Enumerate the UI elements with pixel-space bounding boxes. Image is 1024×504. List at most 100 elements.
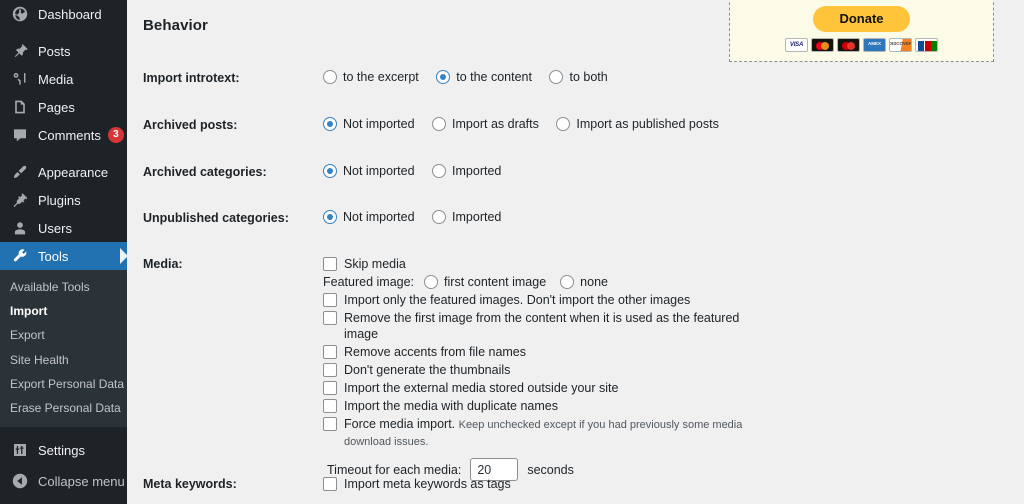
sidebar-subitem-available-tools[interactable]: Available Tools bbox=[0, 275, 127, 299]
sidebar-item-plugins[interactable]: Plugins bbox=[0, 186, 127, 214]
settings-icon bbox=[10, 440, 30, 460]
checkbox-label: Force media import. bbox=[344, 417, 456, 431]
label-media: Media: bbox=[143, 257, 183, 271]
radio-icon[interactable] bbox=[432, 164, 447, 178]
radio-option-first-content-image[interactable]: first content image bbox=[424, 274, 546, 290]
timeout-label: Timeout for each media: bbox=[327, 462, 462, 477]
checkbox-import-external-media[interactable]: Import the external media stored outside… bbox=[323, 380, 743, 396]
checkbox-icon[interactable] bbox=[323, 417, 337, 431]
radio-label: Imported bbox=[452, 164, 502, 178]
radio-option-not-imported[interactable]: Not imported bbox=[323, 117, 415, 131]
pages-icon bbox=[10, 97, 30, 117]
radio-icon[interactable] bbox=[432, 210, 447, 224]
collapse-menu-button[interactable]: Collapse menu bbox=[0, 467, 127, 495]
field-unpublished-categories: Not imported Imported bbox=[323, 210, 515, 227]
label-import-introtext: Import introtext: bbox=[143, 71, 240, 85]
accepted-cards: VISA AMEX DISCOVER bbox=[785, 37, 938, 52]
radio-icon-selected[interactable] bbox=[323, 117, 337, 131]
sidebar-item-label: Posts bbox=[38, 43, 71, 59]
radio-option-to-the-excerpt[interactable]: to the excerpt bbox=[323, 70, 419, 84]
sidebar-divider bbox=[0, 28, 127, 37]
checkbox-remove-accents[interactable]: Remove accents from file names bbox=[323, 344, 743, 360]
sidebar-item-label: Tools bbox=[38, 248, 69, 264]
wrench-icon bbox=[10, 246, 30, 266]
force-media-import-label-group: Force media import. Keep unchecked excep… bbox=[344, 416, 743, 450]
field-media: Skip media Featured image: first content… bbox=[323, 256, 743, 481]
radio-icon[interactable] bbox=[424, 275, 439, 289]
featured-image-label: Featured image: bbox=[323, 275, 415, 289]
checkbox-label: Remove accents from file names bbox=[344, 345, 527, 359]
sidebar-item-tools[interactable]: Tools bbox=[0, 242, 128, 270]
media-icon bbox=[10, 69, 30, 89]
radio-icon-selected[interactable] bbox=[323, 164, 337, 178]
checkbox-icon[interactable] bbox=[323, 293, 337, 307]
radio-option-import-as-drafts[interactable]: Import as drafts bbox=[432, 117, 539, 131]
radio-option-imported[interactable]: Imported bbox=[432, 164, 501, 178]
radio-icon-selected[interactable] bbox=[323, 210, 337, 224]
checkbox-icon[interactable] bbox=[323, 477, 337, 491]
radio-option-not-imported[interactable]: Not imported bbox=[323, 164, 415, 178]
visa-card-icon: VISA bbox=[785, 37, 808, 52]
discover-card-icon: DISCOVER bbox=[889, 37, 912, 52]
radio-option-import-as-published-posts[interactable]: Import as published posts bbox=[556, 117, 719, 131]
radio-option-imported[interactable]: Imported bbox=[432, 210, 501, 224]
radio-icon[interactable] bbox=[549, 70, 564, 84]
checkbox-label: Import the media with duplicate names bbox=[344, 399, 558, 413]
checkbox-label: Import meta keywords as tags bbox=[344, 477, 511, 491]
radio-icon[interactable] bbox=[432, 117, 447, 131]
radio-label: Imported bbox=[452, 210, 502, 224]
checkbox-skip-media[interactable]: Skip media bbox=[323, 256, 743, 272]
main-content: Behavior Donate VISA AMEX DISCOVER Impor… bbox=[127, 0, 1024, 504]
checkbox-import-duplicate-names[interactable]: Import the media with duplicate names bbox=[323, 398, 743, 414]
row-meta-keywords: Meta keywords: Import meta keywords as t… bbox=[143, 476, 511, 494]
checkbox-icon[interactable] bbox=[323, 363, 337, 377]
checkbox-import-meta-keywords[interactable]: Import meta keywords as tags bbox=[323, 476, 511, 492]
sidebar-subitem-export[interactable]: Export bbox=[0, 323, 127, 347]
sidebar-item-users[interactable]: Users bbox=[0, 214, 127, 242]
checkbox-import-only-featured[interactable]: Import only the featured images. Don't i… bbox=[323, 292, 743, 308]
sidebar-item-posts[interactable]: Posts bbox=[0, 37, 127, 65]
field-meta-keywords: Import meta keywords as tags bbox=[323, 476, 511, 494]
sidebar-item-label: Pages bbox=[38, 99, 75, 115]
checkbox-no-thumbnails[interactable]: Don't generate the thumbnails bbox=[323, 362, 743, 378]
checkbox-remove-first-image[interactable]: Remove the first image from the content … bbox=[323, 310, 743, 342]
radio-option-to-the-content[interactable]: to the content bbox=[436, 70, 532, 84]
radio-icon[interactable] bbox=[556, 117, 571, 131]
radio-label: to the content bbox=[456, 70, 532, 84]
collapse-arrow-icon bbox=[10, 471, 30, 491]
sidebar-item-comments[interactable]: Comments 3 bbox=[0, 121, 127, 149]
sidebar-item-dashboard[interactable]: Dashboard bbox=[0, 0, 127, 28]
sidebar-item-settings[interactable]: Settings bbox=[0, 436, 127, 464]
field-archived-categories: Not imported Imported bbox=[323, 164, 515, 181]
sidebar-item-appearance[interactable]: Appearance bbox=[0, 158, 127, 186]
radio-icon-selected[interactable] bbox=[436, 70, 451, 84]
donate-button[interactable]: Donate bbox=[813, 6, 910, 32]
sidebar-item-media[interactable]: Media bbox=[0, 65, 127, 93]
checkbox-icon[interactable] bbox=[323, 257, 337, 271]
checkbox-icon[interactable] bbox=[323, 345, 337, 359]
radio-icon[interactable] bbox=[560, 275, 575, 289]
sidebar-item-label: Users bbox=[38, 220, 72, 236]
sidebar-subitem-erase-personal-data[interactable]: Erase Personal Data bbox=[0, 396, 127, 420]
dashboard-icon bbox=[10, 4, 30, 24]
radio-option-none[interactable]: none bbox=[560, 274, 608, 290]
sidebar-subitem-site-health[interactable]: Site Health bbox=[0, 348, 127, 372]
checkbox-icon[interactable] bbox=[323, 311, 337, 325]
checkbox-force-media-import[interactable]: Force media import. Keep unchecked excep… bbox=[323, 416, 743, 450]
checkbox-icon[interactable] bbox=[323, 381, 337, 395]
checkbox-icon[interactable] bbox=[323, 399, 337, 413]
sidebar-subitem-export-personal-data[interactable]: Export Personal Data bbox=[0, 372, 127, 396]
radio-label: Not imported bbox=[343, 210, 415, 224]
sidebar-subitem-import[interactable]: Import bbox=[0, 299, 127, 323]
sidebar-item-label: Plugins bbox=[38, 192, 81, 208]
radio-option-not-imported[interactable]: Not imported bbox=[323, 210, 415, 224]
radio-option-to-both[interactable]: to both bbox=[549, 70, 608, 84]
amex-card-icon: AMEX bbox=[863, 37, 886, 52]
radio-icon[interactable] bbox=[323, 70, 337, 84]
radio-label: to the excerpt bbox=[343, 70, 419, 84]
sidebar-item-pages[interactable]: Pages bbox=[0, 93, 127, 121]
sidebar-submenu-tools: Available Tools Import Export Site Healt… bbox=[0, 270, 127, 428]
comment-icon bbox=[10, 125, 30, 145]
radio-label: Import as drafts bbox=[452, 117, 539, 131]
donate-box: Donate VISA AMEX DISCOVER bbox=[729, 0, 994, 62]
